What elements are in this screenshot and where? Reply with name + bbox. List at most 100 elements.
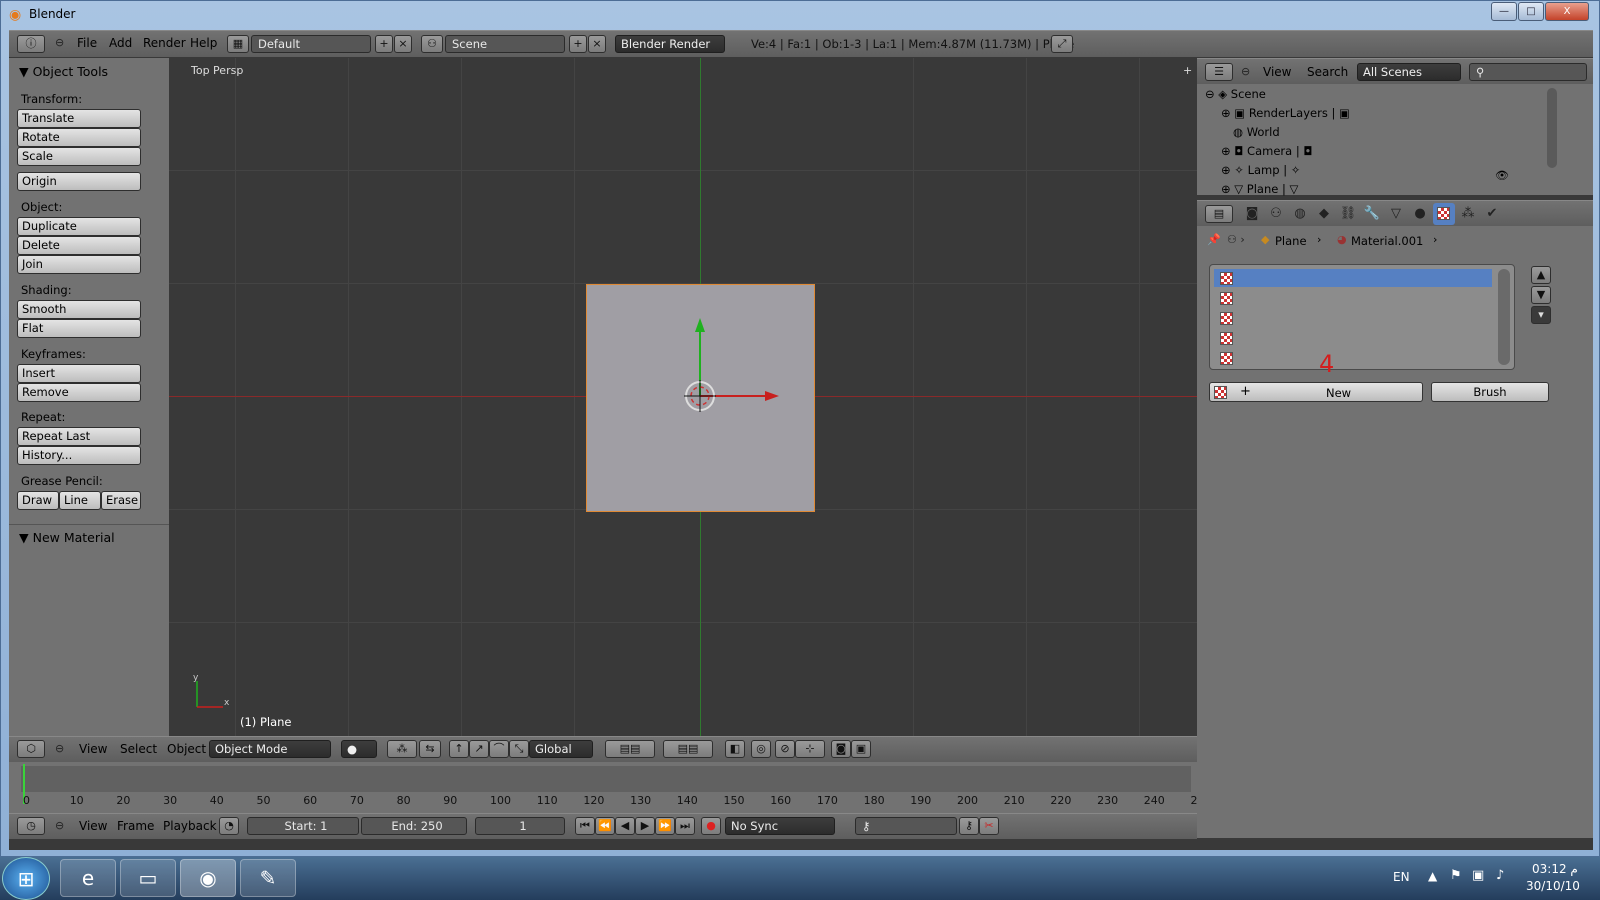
pivot-icon[interactable]: ⁂ <box>387 740 417 758</box>
volume-icon[interactable]: ♪ <box>1496 868 1504 883</box>
3d-viewport[interactable]: Top Persp + y x (1) Plane <box>169 58 1197 736</box>
current-frame-field[interactable]: 1 <box>475 817 565 835</box>
flat-button[interactable]: Flat <box>17 319 141 338</box>
add-scene-icon[interactable]: + <box>569 35 587 53</box>
grease-erase-button[interactable]: Erase <box>101 491 141 510</box>
object-tools-header[interactable]: ▼ Object Tools <box>19 64 108 79</box>
preview-range-icon[interactable]: ◔ <box>219 817 239 835</box>
clock-time[interactable]: 03:12 م <box>1532 862 1578 876</box>
history-button[interactable]: History... <box>17 446 141 465</box>
layers-a-icon[interactable]: ▤▤ <box>605 740 655 758</box>
insert-key-icon[interactable]: ⚷ <box>959 817 979 835</box>
render-tab-icon[interactable]: ◙ <box>1241 203 1263 225</box>
timeline-area[interactable] <box>21 766 1191 792</box>
duplicate-button[interactable]: Duplicate <box>17 217 141 236</box>
outliner-search-input[interactable]: ⚲ <box>1469 63 1587 81</box>
proportional-icon[interactable]: ◎ <box>751 740 771 758</box>
maximize-button[interactable]: □ <box>1518 2 1544 21</box>
join-button[interactable]: Join <box>17 255 141 274</box>
ie-taskbar-icon[interactable]: e <box>60 859 116 897</box>
scale-button[interactable]: Scale <box>17 147 141 166</box>
menu-render[interactable]: Render <box>143 36 186 50</box>
minimize-button[interactable]: — <box>1491 2 1517 21</box>
info-editor-type-icon[interactable]: ⓘ <box>17 35 45 53</box>
collapse-menu-icon-3[interactable]: ⊖ <box>55 819 64 832</box>
outliner-scrollbar[interactable] <box>1547 88 1557 168</box>
origin-button[interactable]: Origin <box>17 172 141 191</box>
outliner-item-world[interactable]: ◍ World <box>1233 123 1593 141</box>
breadcrumb-object[interactable]: Plane <box>1275 234 1307 248</box>
delete-key-icon[interactable]: ✂ <box>979 817 999 835</box>
layout-field[interactable]: Default <box>251 35 371 53</box>
start-frame-field[interactable]: Start: 1 <box>247 817 359 835</box>
translate-button[interactable]: Translate <box>17 109 141 128</box>
world-tab-icon[interactable]: ◍ <box>1289 203 1311 225</box>
start-button-icon[interactable]: ⊞ <box>2 857 50 900</box>
texture-slot-list[interactable] <box>1209 264 1515 370</box>
outliner-item-plane[interactable]: ⊕ ▽ Plane | ▽ <box>1221 180 1581 198</box>
layers-b-icon[interactable]: ▤▤ <box>663 740 713 758</box>
keying-set-field[interactable]: ⚷ <box>855 817 957 835</box>
outliner-item-renderlayers[interactable]: ⊕ ▣ RenderLayers | ▣ <box>1221 104 1581 122</box>
menu-outliner-view[interactable]: View <box>1263 65 1291 79</box>
screen-layout-icon[interactable]: ▦ <box>227 35 249 53</box>
mode-select[interactable]: Object Mode <box>209 740 331 758</box>
modifiers-tab-icon[interactable]: 🔧 <box>1361 203 1383 225</box>
texture-slot-2-icon[interactable] <box>1220 292 1233 305</box>
slot-list-scrollbar[interactable] <box>1498 269 1510 365</box>
texture-slot-3-icon[interactable] <box>1220 312 1233 325</box>
end-frame-field[interactable]: End: 250 <box>361 817 467 835</box>
collapse-menu-icon[interactable]: ⊖ <box>55 36 64 49</box>
pin-icon[interactable]: 📌 <box>1207 233 1221 246</box>
collapse-menu-icon-4[interactable]: ⊖ <box>1241 65 1250 78</box>
next-keyframe-icon[interactable]: ⏩ <box>655 817 675 835</box>
visibility-eye-icon[interactable]: 👁 <box>1495 169 1509 182</box>
action-center-flag-icon[interactable]: ⚑ <box>1450 868 1462 883</box>
viewport-corner-icon[interactable]: + <box>1183 64 1192 77</box>
remove-keyframe-button[interactable]: Remove <box>17 383 141 402</box>
physics-tab-icon[interactable]: ✔ <box>1481 203 1503 225</box>
rotate-button[interactable]: Rotate <box>17 128 141 147</box>
grease-line-button[interactable]: Line <box>59 491 101 510</box>
add-layout-icon[interactable]: + <box>375 35 393 53</box>
remove-scene-icon[interactable]: × <box>588 35 606 53</box>
slot-specials-icon[interactable]: ▾ <box>1531 306 1551 324</box>
texture-tab-icon[interactable] <box>1433 203 1455 225</box>
delete-button[interactable]: Delete <box>17 236 141 255</box>
texture-slot-selected[interactable] <box>1214 269 1492 287</box>
menu-playback[interactable]: Playback <box>163 819 217 833</box>
translate-widget-icon[interactable]: ↑ <box>449 740 469 758</box>
render-camera-icon[interactable]: ◙ <box>831 740 851 758</box>
outliner-filter-select[interactable]: All Scenes <box>1357 63 1461 81</box>
menu-select[interactable]: Select <box>120 742 157 756</box>
new-material-header[interactable]: ▼ New Material <box>19 530 115 545</box>
prev-keyframe-icon[interactable]: ⏪ <box>595 817 615 835</box>
paint-taskbar-icon[interactable]: ✎ <box>240 859 296 897</box>
material-tab-icon[interactable]: ● <box>1409 203 1431 225</box>
slot-move-down-icon[interactable]: ▼ <box>1531 286 1551 304</box>
particles-tab-icon[interactable]: ⁂ <box>1457 203 1479 225</box>
play-reverse-icon[interactable]: ◀ <box>615 817 635 835</box>
outliner-item-camera[interactable]: ⊕ ◘ Camera | ◘ <box>1221 142 1581 160</box>
constraints-tab-icon[interactable]: ⛓ <box>1337 203 1359 225</box>
language-indicator[interactable]: EN <box>1393 870 1410 884</box>
slot-move-up-icon[interactable]: ▲ <box>1531 266 1551 284</box>
snap-element-icon[interactable]: ⊹ <box>795 740 825 758</box>
texture-slot-5-icon[interactable] <box>1220 352 1233 365</box>
insert-keyframe-button[interactable]: Insert <box>17 364 141 383</box>
menu-view-timeline[interactable]: View <box>79 819 107 833</box>
shading-select[interactable]: ● <box>341 740 377 758</box>
tray-expand-icon[interactable]: ▲ <box>1428 869 1437 883</box>
texture-slot-1-icon[interactable] <box>1220 272 1233 285</box>
fullscreen-icon[interactable]: ⤢ <box>1051 35 1073 53</box>
play-icon[interactable]: ▶ <box>635 817 655 835</box>
lock-layer-icon[interactable]: ◧ <box>725 740 745 758</box>
outliner-item-lamp[interactable]: ⊕ ✧ Lamp | ✧ <box>1221 161 1581 179</box>
menu-add[interactable]: Add <box>109 36 132 50</box>
object-tab-icon[interactable]: ◆ <box>1313 203 1335 225</box>
curve-widget-icon[interactable]: ⌒ <box>489 740 509 758</box>
texture-slot-4-icon[interactable] <box>1220 332 1233 345</box>
timeline-editor-type-icon[interactable]: ◷ <box>17 817 45 835</box>
outliner-editor-type-icon[interactable]: ☰ <box>1205 63 1233 81</box>
orientation-select[interactable]: Global <box>529 740 593 758</box>
